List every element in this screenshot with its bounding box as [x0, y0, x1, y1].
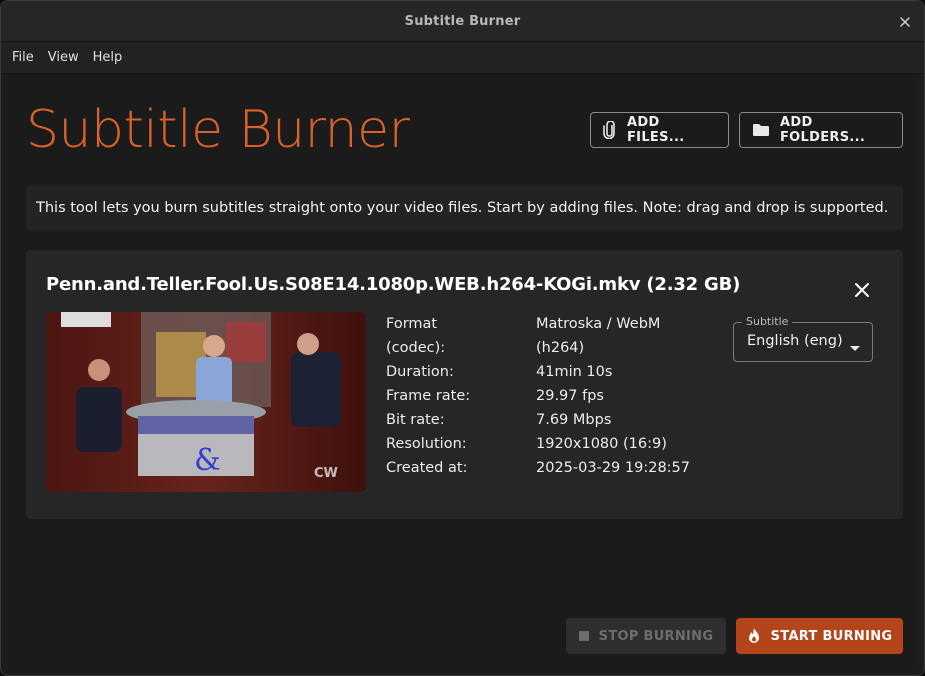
info-text: This tool lets you burn subtitles straig…	[36, 200, 889, 216]
app-window: Subtitle Burner File View Help Subtitle …	[0, 0, 925, 676]
app-heading: Subtitle Burner	[26, 100, 410, 160]
menu-bar: File View Help	[1, 42, 924, 74]
meta-label: Bit rate:	[386, 412, 445, 428]
meta-value: 7.69 Mbps	[536, 412, 612, 428]
menu-view[interactable]: View	[43, 46, 84, 69]
svg-text:&: &	[194, 443, 221, 478]
start-burning-label: START BURNING	[770, 628, 893, 644]
add-files-button[interactable]: ADD FILES...	[590, 112, 729, 148]
add-folders-button[interactable]: ADD FOLDERS...	[739, 112, 903, 148]
subtitle-select-label: Subtitle	[742, 315, 793, 328]
subtitle-select-value: English (eng)	[747, 333, 843, 349]
meta-label: Duration:	[386, 364, 454, 380]
video-thumbnail: & CW	[46, 312, 366, 492]
add-folders-label: ADD FOLDERS...	[780, 115, 866, 145]
stop-square-icon	[578, 631, 589, 641]
meta-label: Frame rate:	[386, 388, 471, 404]
window-close-button[interactable]	[894, 11, 916, 33]
meta-value: Matroska / WebM	[536, 316, 661, 332]
meta-label: (codec):	[386, 340, 446, 356]
main-content: Subtitle Burner ADD FILES... ADD FOLDERS…	[8, 74, 917, 670]
add-files-label: ADD FILES...	[627, 115, 685, 145]
meta-value: (h264)	[536, 340, 585, 356]
window-title: Subtitle Burner	[404, 13, 521, 29]
close-icon	[900, 17, 910, 27]
meta-label: Format	[386, 316, 438, 332]
caret-down-icon	[850, 339, 860, 357]
start-burning-button[interactable]: START BURNING	[736, 618, 903, 654]
metadata-labels: Format (codec): Duration: Frame rate: Bi…	[386, 312, 526, 480]
menu-file[interactable]: File	[7, 46, 39, 69]
file-card: Penn.and.Teller.Fool.Us.S08E14.1080p.WEB…	[26, 250, 903, 519]
meta-value: 29.97 fps	[536, 388, 604, 404]
remove-file-button[interactable]	[850, 278, 874, 302]
meta-label: Resolution:	[386, 436, 467, 452]
info-banner: This tool lets you burn subtitles straig…	[26, 186, 903, 230]
flame-icon	[747, 627, 761, 645]
close-icon	[855, 283, 869, 297]
menu-help[interactable]: Help	[88, 46, 128, 69]
stop-burning-button[interactable]: STOP BURNING	[566, 618, 726, 654]
meta-value: 41min 10s	[536, 364, 613, 380]
meta-value: 2025-03-29 19:28:57	[536, 460, 690, 476]
meta-label: Created at:	[386, 460, 468, 476]
subtitle-select[interactable]: Subtitle English (eng)	[733, 315, 873, 362]
thumbnail-watermark: CW	[314, 466, 338, 481]
metadata-values: Matroska / WebM (h264) 41min 10s 29.97 f…	[536, 312, 716, 480]
paperclip-icon	[603, 121, 617, 139]
title-bar: Subtitle Burner	[1, 1, 924, 42]
file-title: Penn.and.Teller.Fool.Us.S08E14.1080p.WEB…	[46, 274, 741, 295]
meta-value: 1920x1080 (16:9)	[536, 436, 667, 452]
stop-burning-label: STOP BURNING	[598, 628, 714, 644]
folder-icon	[752, 123, 770, 137]
